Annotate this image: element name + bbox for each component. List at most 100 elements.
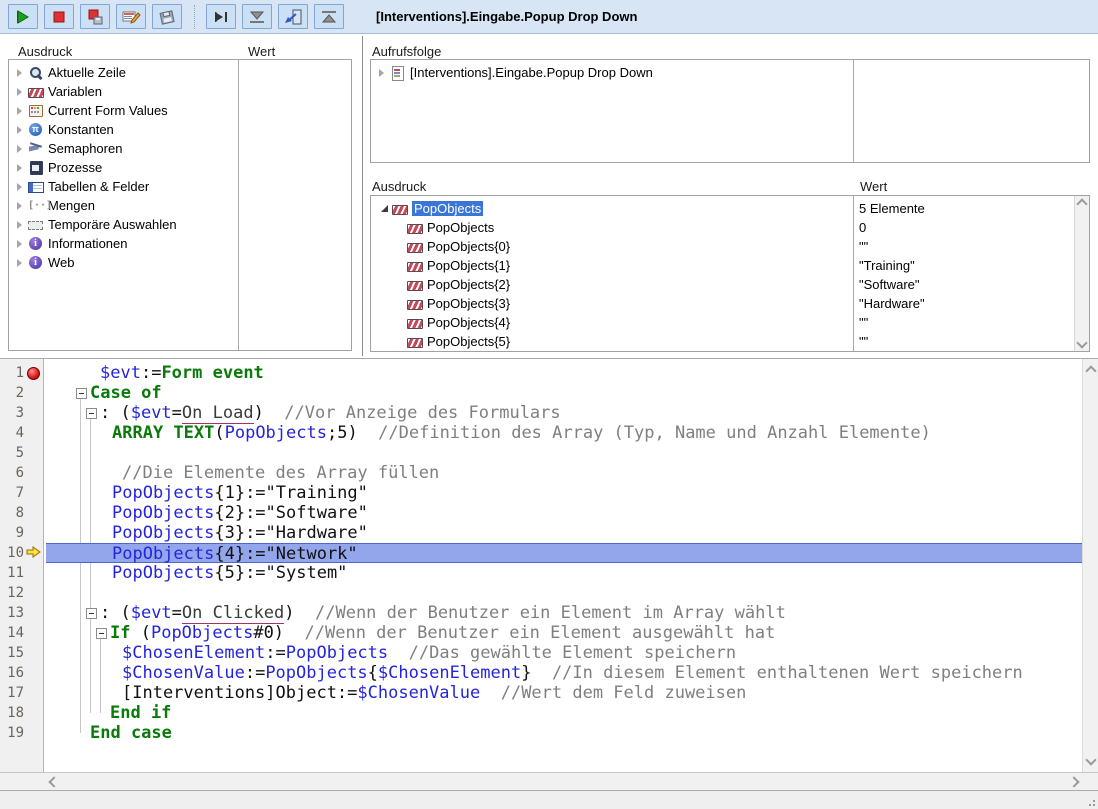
fold-toggle-icon[interactable]: [86, 408, 97, 419]
abort-button[interactable]: [44, 4, 74, 29]
gutter-row-line-18[interactable]: 18: [0, 703, 43, 723]
gutter-row-line-5[interactable]: 5: [0, 443, 43, 463]
code-horizontal-scrollbar[interactable]: [0, 772, 1098, 790]
expand-arrow-icon[interactable]: [17, 202, 22, 210]
code-area[interactable]: $evt:=Form eventCase of: ($evt=On Load) …: [46, 359, 1082, 772]
code-line-7[interactable]: PopObjects{1}:="Training": [46, 483, 1082, 503]
expand-arrow-icon[interactable]: [17, 183, 22, 191]
scroll-right-icon[interactable]: [1068, 776, 1079, 787]
step-over-button[interactable]: [206, 4, 236, 29]
scroll-down-icon[interactable]: [1076, 337, 1087, 348]
pane-splitter[interactable]: [362, 36, 363, 356]
expand-arrow-icon[interactable]: [17, 259, 22, 267]
gutter-row-line-3[interactable]: 3: [0, 403, 43, 423]
code-line-15[interactable]: $ChosenElement:=PopObjects //Das gewählt…: [46, 643, 1082, 663]
call-chain-column-divider[interactable]: [853, 60, 854, 162]
watch-value[interactable]: "": [859, 315, 868, 330]
watch-value[interactable]: "": [859, 334, 868, 349]
gutter-row-line-13[interactable]: 13: [0, 603, 43, 623]
gutter-row-line-10[interactable]: 10: [0, 543, 43, 563]
tree-item-semaphoren[interactable]: Semaphoren: [9, 139, 351, 158]
code-line-8[interactable]: PopObjects{2}:="Software": [46, 503, 1082, 523]
watch-value[interactable]: "": [859, 239, 868, 254]
code-line-6[interactable]: //Die Elemente des Array füllen: [46, 463, 1082, 483]
code-vertical-scrollbar[interactable]: [1082, 359, 1098, 772]
tree-item-aktuelle-zeile[interactable]: Aktuelle Zeile: [9, 63, 351, 82]
watch-row[interactable]: PopObjects{1}"Training": [371, 256, 1089, 275]
expand-arrow-icon[interactable]: [17, 221, 22, 229]
watch-row[interactable]: PopObjects{2}"Software": [371, 275, 1089, 294]
expand-arrow-icon[interactable]: [17, 69, 22, 77]
scroll-left-icon[interactable]: [48, 776, 59, 787]
code-line-3[interactable]: : ($evt=On Load) //Vor Anzeige des Formu…: [46, 403, 1082, 423]
expand-arrow-icon[interactable]: [17, 88, 22, 96]
code-line-2[interactable]: Case of: [46, 383, 1082, 403]
code-line-12[interactable]: [46, 583, 1082, 603]
tree-item-web[interactable]: Web: [9, 253, 351, 272]
watch-row[interactable]: PopObjects0: [371, 218, 1089, 237]
expand-arrow-icon[interactable]: [17, 145, 22, 153]
tree-item-tabellen-felder[interactable]: Tabellen & Felder: [9, 177, 351, 196]
step-to-end-button[interactable]: [314, 4, 344, 29]
resize-grip-icon[interactable]: [1087, 798, 1095, 806]
watch-row[interactable]: PopObjects{5}"": [371, 332, 1089, 351]
code-line-14[interactable]: If (PopObjects#0) //Wenn der Benutzer ei…: [46, 623, 1082, 643]
expand-arrow-icon[interactable]: [17, 107, 22, 115]
gutter-row-line-17[interactable]: 17: [0, 683, 43, 703]
tree-item-current-form-values[interactable]: Current Form Values: [9, 101, 351, 120]
left-column-divider[interactable]: [238, 60, 239, 350]
watch-value[interactable]: "Software": [859, 277, 920, 292]
gutter-row-line-14[interactable]: 14: [0, 623, 43, 643]
code-line-19[interactable]: End case: [46, 723, 1082, 743]
breakpoint-icon[interactable]: [27, 367, 40, 380]
fold-toggle-icon[interactable]: [86, 608, 97, 619]
gutter-row-line-12[interactable]: 12: [0, 583, 43, 603]
watch-vertical-scrollbar[interactable]: [1074, 196, 1089, 351]
scroll-up-icon[interactable]: [1076, 198, 1087, 209]
watch-row[interactable]: PopObjects{3}"Hardware": [371, 294, 1089, 313]
tree-item-variablen[interactable]: Variablen: [9, 82, 351, 101]
watch-value[interactable]: 5 Elemente: [859, 201, 925, 216]
expand-arrow-icon[interactable]: [17, 240, 22, 248]
watch-value[interactable]: "Hardware": [859, 296, 925, 311]
step-into-button[interactable]: [242, 4, 272, 29]
code-line-11[interactable]: PopObjects{5}:="System": [46, 563, 1082, 583]
save-settings-button[interactable]: [152, 4, 182, 29]
expand-arrow-icon[interactable]: [379, 69, 384, 77]
step-out-button[interactable]: [278, 4, 308, 29]
gutter-row-line-9[interactable]: 9: [0, 523, 43, 543]
tree-item-mengen[interactable]: Mengen: [9, 196, 351, 215]
gutter-row-line-1[interactable]: 1: [0, 363, 43, 383]
code-line-13[interactable]: : ($evt=On Clicked) //Wenn der Benutzer …: [46, 603, 1082, 623]
tree-item-informationen[interactable]: Informationen: [9, 234, 351, 253]
code-line-4[interactable]: ARRAY TEXT(PopObjects;5) //Definition de…: [46, 423, 1082, 443]
gutter-row-line-19[interactable]: 19: [0, 723, 43, 743]
code-line-5[interactable]: [46, 443, 1082, 463]
gutter-row-line-6[interactable]: 6: [0, 463, 43, 483]
tree-item-konstanten[interactable]: Konstanten: [9, 120, 351, 139]
scroll-down-icon[interactable]: [1085, 754, 1096, 765]
gutter-row-line-11[interactable]: 11: [0, 563, 43, 583]
watch-value[interactable]: 0: [859, 220, 866, 235]
code-line-9[interactable]: PopObjects{3}:="Hardware": [46, 523, 1082, 543]
tree-item-prozesse[interactable]: Prozesse: [9, 158, 351, 177]
fold-toggle-icon[interactable]: [76, 388, 87, 399]
gutter-row-line-8[interactable]: 8: [0, 503, 43, 523]
tree-item-tempor-re-auswahlen[interactable]: Temporäre Auswahlen: [9, 215, 351, 234]
watch-row[interactable]: PopObjects{4}"": [371, 313, 1089, 332]
code-line-17[interactable]: [Interventions]Object:=$ChosenValue //We…: [46, 683, 1082, 703]
scroll-up-icon[interactable]: [1085, 365, 1096, 376]
code-line-1[interactable]: $evt:=Form event: [46, 363, 1082, 383]
watch-column-divider[interactable]: [853, 196, 854, 351]
code-line-18[interactable]: End if: [46, 703, 1082, 723]
watch-value[interactable]: "Training": [859, 258, 915, 273]
gutter-row-line-7[interactable]: 7: [0, 483, 43, 503]
code-line-10[interactable]: PopObjects{4}:="Network": [46, 543, 1082, 563]
no-trace-button[interactable]: [8, 4, 38, 29]
expand-arrow-icon[interactable]: [17, 164, 22, 172]
gutter-row-line-2[interactable]: 2: [0, 383, 43, 403]
code-line-16[interactable]: $ChosenValue:=PopObjects{$ChosenElement}…: [46, 663, 1082, 683]
expand-arrow-icon[interactable]: [17, 126, 22, 134]
collapse-arrow-icon[interactable]: [381, 205, 388, 212]
watch-row[interactable]: PopObjects5 Elemente: [371, 199, 1089, 218]
